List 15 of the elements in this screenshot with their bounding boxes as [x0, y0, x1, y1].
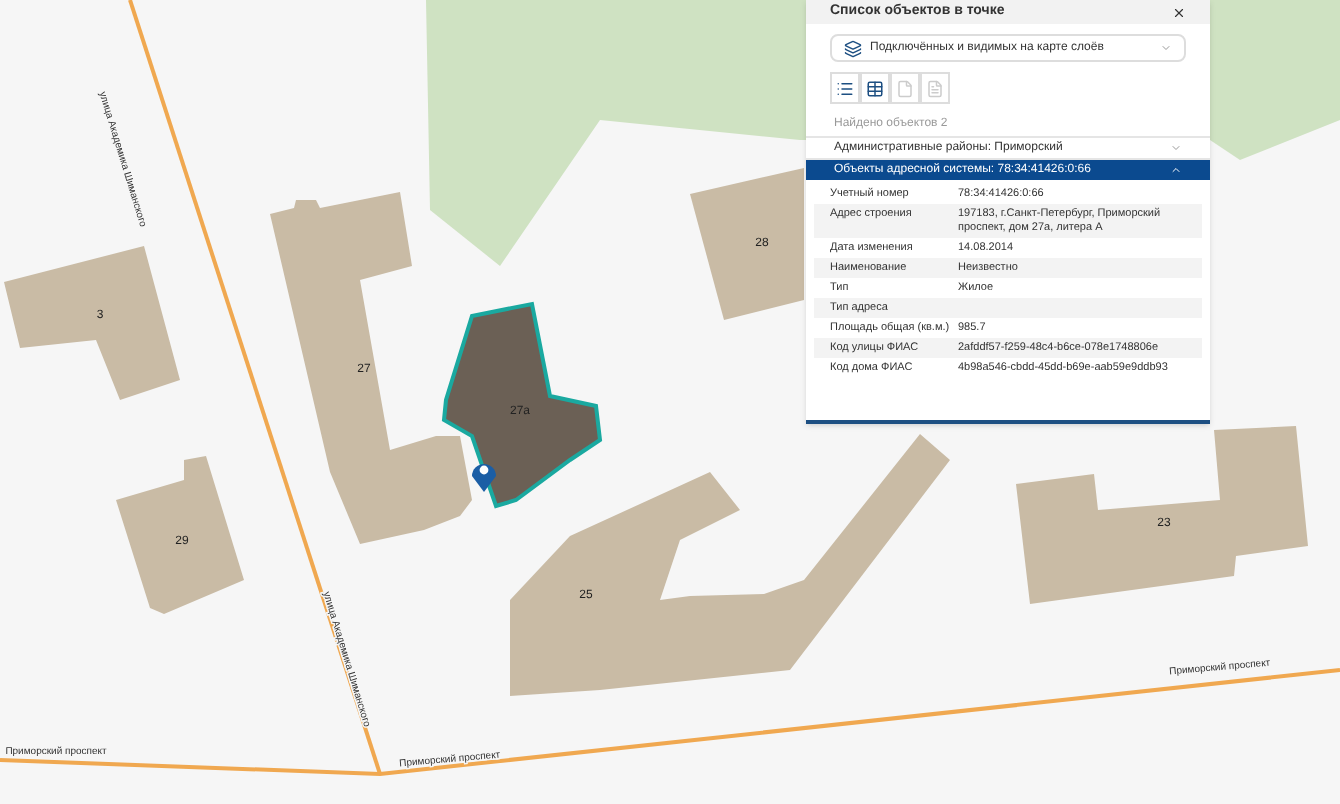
layers-icon: [844, 39, 862, 57]
close-button[interactable]: [1172, 5, 1186, 19]
map-pin-icon[interactable]: [472, 464, 496, 492]
document-icon: [926, 79, 944, 97]
list-icon: [836, 79, 854, 97]
chevron-up-icon: [1170, 164, 1182, 176]
table-icon: [866, 79, 884, 97]
document-icon: [896, 79, 914, 97]
view-toggle[interactable]: [830, 72, 860, 104]
chevron-down-icon: [1160, 42, 1172, 54]
building[interactable]: [510, 434, 950, 696]
view-toggle[interactable]: [860, 72, 890, 104]
building[interactable]: [270, 192, 472, 544]
building[interactable]: [441, 301, 603, 509]
chevron-down-icon: [1170, 142, 1182, 154]
